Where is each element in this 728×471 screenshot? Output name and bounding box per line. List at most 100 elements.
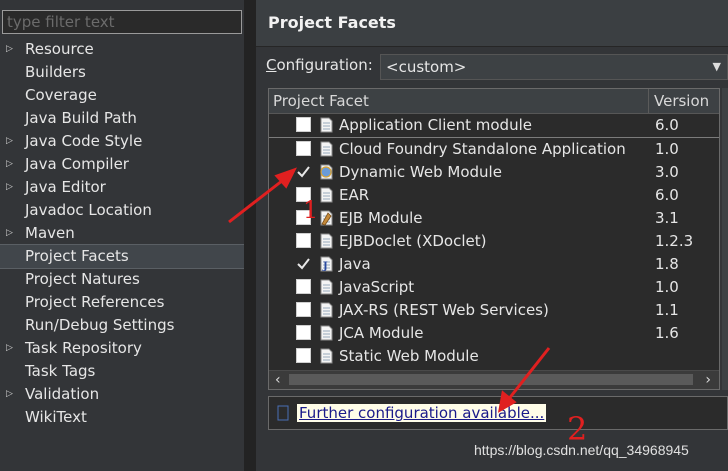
sidebar-item-coverage[interactable]: Coverage: [0, 84, 244, 107]
facet-checkbox[interactable]: [296, 117, 311, 132]
further-configuration-link[interactable]: Further configuration available...: [297, 404, 547, 422]
page-header: Project Facets: [256, 0, 728, 47]
document-icon: [320, 348, 333, 364]
sidebar-item-label: Project References: [25, 293, 165, 311]
facet-checkbox-checked[interactable]: [296, 164, 311, 179]
facet-version[interactable]: 1.1: [655, 299, 679, 322]
facet-version[interactable]: 1.2.3: [655, 230, 693, 253]
sidebar-item-java-compiler[interactable]: ▷ Java Compiler: [0, 153, 244, 176]
sidebar-item-project-references[interactable]: Project References: [0, 291, 244, 314]
document-icon: [320, 233, 333, 249]
scrollbar-thumb[interactable]: [289, 374, 693, 385]
sidebar-item-project-facets[interactable]: Project Facets: [0, 244, 245, 269]
horizontal-scrollbar[interactable]: ‹ ›: [269, 370, 719, 389]
expand-arrow-icon[interactable]: ▷: [6, 337, 13, 360]
sidebar-item-builders[interactable]: Builders: [0, 61, 244, 84]
facet-name: Dynamic Web Module: [339, 163, 502, 181]
expand-arrow-icon[interactable]: ▷: [6, 153, 13, 176]
facet-row[interactable]: EJB Module 3.1: [269, 207, 719, 230]
facet-row[interactable]: Cloud Foundry Standalone Application 1.0: [269, 138, 719, 161]
java-icon: J: [320, 256, 333, 272]
annotation-label-1: 1: [303, 196, 319, 224]
table-header: Project Facet Version: [269, 89, 719, 114]
sash-divider[interactable]: [244, 0, 256, 471]
sidebar-item-label: Coverage: [25, 86, 97, 104]
configuration-select[interactable]: <custom> ▼: [380, 54, 728, 80]
web-module-icon: [320, 164, 333, 180]
expand-arrow-icon[interactable]: ▷: [6, 222, 13, 245]
page-title: Project Facets: [268, 13, 396, 32]
facet-version[interactable]: 1.8: [655, 253, 679, 276]
sidebar-item-java-code-style[interactable]: ▷ Java Code Style: [0, 130, 244, 153]
facet-row[interactable]: JavaScript 1.0: [269, 276, 719, 299]
configuration-value: <custom>: [386, 58, 467, 76]
sidebar-item-label: Maven: [25, 224, 75, 242]
further-configuration-box: Further configuration available...: [268, 396, 728, 430]
facet-version[interactable]: 1.6: [655, 322, 679, 345]
sidebar-item-label: Project Facets: [25, 247, 129, 265]
facet-row[interactable]: JAX-RS (REST Web Services) 1.1: [269, 299, 719, 322]
sidebar-item-label: Validation: [25, 385, 100, 403]
facet-row[interactable]: Application Client module 6.0: [269, 114, 719, 138]
facet-version[interactable]: 1.0: [655, 276, 679, 299]
sidebar-item-project-natures[interactable]: Project Natures: [0, 268, 244, 291]
checkmark-icon: [297, 258, 310, 270]
version-panel-edge: [722, 88, 728, 390]
facet-row[interactable]: Dynamic Web Module 3.0: [269, 161, 719, 184]
facet-version[interactable]: 6.0: [655, 184, 679, 207]
facet-checkbox[interactable]: [296, 348, 311, 363]
facet-name: EAR: [339, 186, 370, 204]
sidebar-item-run-debug-settings[interactable]: Run/Debug Settings: [0, 314, 244, 337]
expand-arrow-icon[interactable]: ▷: [6, 176, 13, 199]
scroll-right-icon[interactable]: ›: [705, 371, 711, 389]
sidebar-item-task-tags[interactable]: Task Tags: [0, 360, 244, 383]
facet-version[interactable]: 3.1: [655, 207, 679, 230]
facet-checkbox[interactable]: [296, 325, 311, 340]
properties-tree: ▷ Resource Builders Coverage Java Build Path…: [0, 38, 245, 429]
facet-checkbox[interactable]: [296, 141, 311, 156]
facet-row[interactable]: EJBDoclet (XDoclet) 1.2.3: [269, 230, 719, 253]
column-header-version[interactable]: Version: [650, 89, 719, 113]
info-icon: [277, 405, 289, 421]
facet-row[interactable]: JCA Module 1.6: [269, 322, 719, 345]
sidebar-item-javadoc-location[interactable]: Javadoc Location: [0, 199, 244, 222]
sidebar-item-label: Java Editor: [25, 178, 106, 196]
sidebar-item-task-repository[interactable]: ▷ Task Repository: [0, 337, 244, 360]
document-icon: [320, 117, 333, 133]
filter-input[interactable]: type filter text: [2, 10, 242, 34]
facet-checkbox[interactable]: [296, 233, 311, 248]
sidebar-item-label: Project Natures: [25, 270, 140, 288]
facet-checkbox-checked[interactable]: [296, 256, 311, 271]
sidebar-item-wikitext[interactable]: WikiText: [0, 406, 244, 429]
facet-name: EJB Module: [339, 209, 423, 227]
scroll-left-icon[interactable]: ‹: [275, 371, 281, 389]
sidebar-item-resource[interactable]: ▷ Resource: [0, 38, 244, 61]
configuration-label: Configuration:: [266, 56, 373, 74]
facet-row[interactable]: Static Web Module: [269, 345, 719, 368]
document-icon: [320, 302, 333, 318]
facet-name: JavaScript: [339, 278, 415, 296]
sidebar-item-validation[interactable]: ▷ Validation: [0, 383, 244, 406]
expand-arrow-icon[interactable]: ▷: [6, 130, 13, 153]
sidebar-item-label: Java Code Style: [25, 132, 143, 150]
facet-version[interactable]: 1.0: [655, 138, 679, 161]
facets-table: Project Facet Version Application Client…: [268, 88, 720, 390]
column-header-facet[interactable]: Project Facet: [269, 89, 649, 113]
sidebar-item-label: Java Build Path: [25, 109, 137, 127]
sidebar-item-java-editor[interactable]: ▷ Java Editor: [0, 176, 244, 199]
sidebar-item-maven[interactable]: ▷ Maven: [0, 222, 244, 245]
sidebar-item-label: Task Tags: [25, 362, 96, 380]
facet-version[interactable]: 3.0: [655, 161, 679, 184]
document-icon: [320, 325, 333, 341]
facet-row[interactable]: EAR 6.0: [269, 184, 719, 207]
checkmark-icon: [297, 166, 310, 178]
expand-arrow-icon[interactable]: ▷: [6, 38, 13, 61]
facet-checkbox[interactable]: [296, 279, 311, 294]
facet-checkbox[interactable]: [296, 302, 311, 317]
facet-row[interactable]: J Java 1.8: [269, 253, 719, 276]
sidebar-item-java-build-path[interactable]: Java Build Path: [0, 107, 244, 130]
expand-arrow-icon[interactable]: ▷: [6, 383, 13, 406]
document-icon: [320, 141, 333, 157]
facet-version[interactable]: 6.0: [655, 114, 679, 137]
facet-name: Java: [339, 255, 371, 273]
